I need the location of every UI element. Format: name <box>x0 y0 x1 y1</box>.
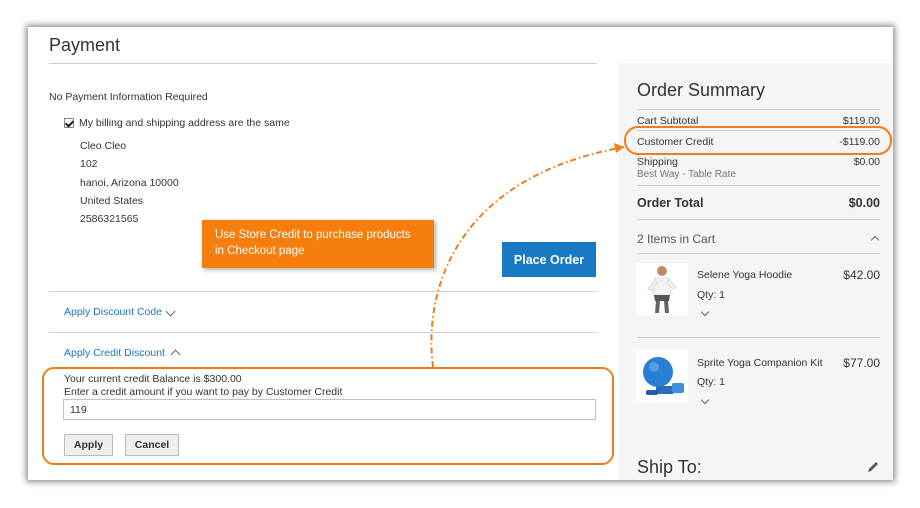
divider <box>49 332 597 333</box>
pencil-icon[interactable] <box>866 460 880 474</box>
divider <box>637 337 880 338</box>
chevron-up-icon[interactable] <box>170 349 181 360</box>
address-city: hanoi, Arizona 10000 <box>80 177 179 189</box>
address-street: 102 <box>80 158 98 170</box>
checkout-screenshot: Payment No Payment Information Required … <box>28 27 893 480</box>
product-name: Selene Yoga Hoodie <box>697 269 793 281</box>
billing-same-checkbox[interactable] <box>64 118 74 128</box>
product-thumbnail[interactable] <box>636 263 688 315</box>
address-country: United States <box>80 195 144 207</box>
payment-title: Payment <box>49 35 121 55</box>
divider <box>637 109 880 110</box>
product-name: Sprite Yoga Companion Kit <box>697 357 823 369</box>
order-total-label: Order Total <box>637 196 704 210</box>
address-phone: 2586321565 <box>80 213 139 225</box>
shipping-value: $0.00 <box>853 156 880 168</box>
billing-same-label: My billing and shipping address are the … <box>79 117 290 129</box>
order-summary-title: Order Summary <box>637 80 766 100</box>
product-thumbnail[interactable] <box>636 350 688 402</box>
hoodie-image <box>647 266 677 313</box>
order-total-value: $0.00 <box>848 196 880 210</box>
yoga-kit-image <box>643 357 684 395</box>
divider <box>637 185 880 186</box>
apply-discount-code-toggle[interactable]: Apply Discount Code <box>64 306 162 318</box>
annotation-callout: Use Store Credit to purchase products in… <box>202 220 434 268</box>
product-price: $77.00 <box>843 356 880 370</box>
product-price: $42.00 <box>843 268 880 282</box>
place-order-button[interactable]: Place Order <box>502 242 596 277</box>
payment-divider <box>49 63 597 64</box>
highlight-ring <box>42 367 614 465</box>
callout-line: Use Store Credit to purchase products <box>215 229 411 241</box>
callout-line: in Checkout page <box>215 245 305 257</box>
items-in-cart-toggle[interactable]: 2 Items in Cart <box>637 232 715 246</box>
ship-to-title: Ship To: <box>637 457 702 477</box>
highlight-ring <box>624 126 892 155</box>
address-name: Cleo Cleo <box>80 140 127 152</box>
product-qty: Qty: 1 <box>697 289 726 301</box>
apply-credit-discount-toggle[interactable]: Apply Credit Discount <box>64 347 165 359</box>
chevron-down-icon[interactable] <box>165 306 176 317</box>
divider <box>49 291 597 292</box>
shipping-method: Best Way - Table Rate <box>637 169 736 180</box>
shipping-label: Shipping <box>637 156 678 168</box>
divider <box>637 219 880 220</box>
no-payment-info-text: No Payment Information Required <box>49 91 208 103</box>
divider <box>637 253 880 254</box>
product-qty: Qty: 1 <box>697 376 726 388</box>
